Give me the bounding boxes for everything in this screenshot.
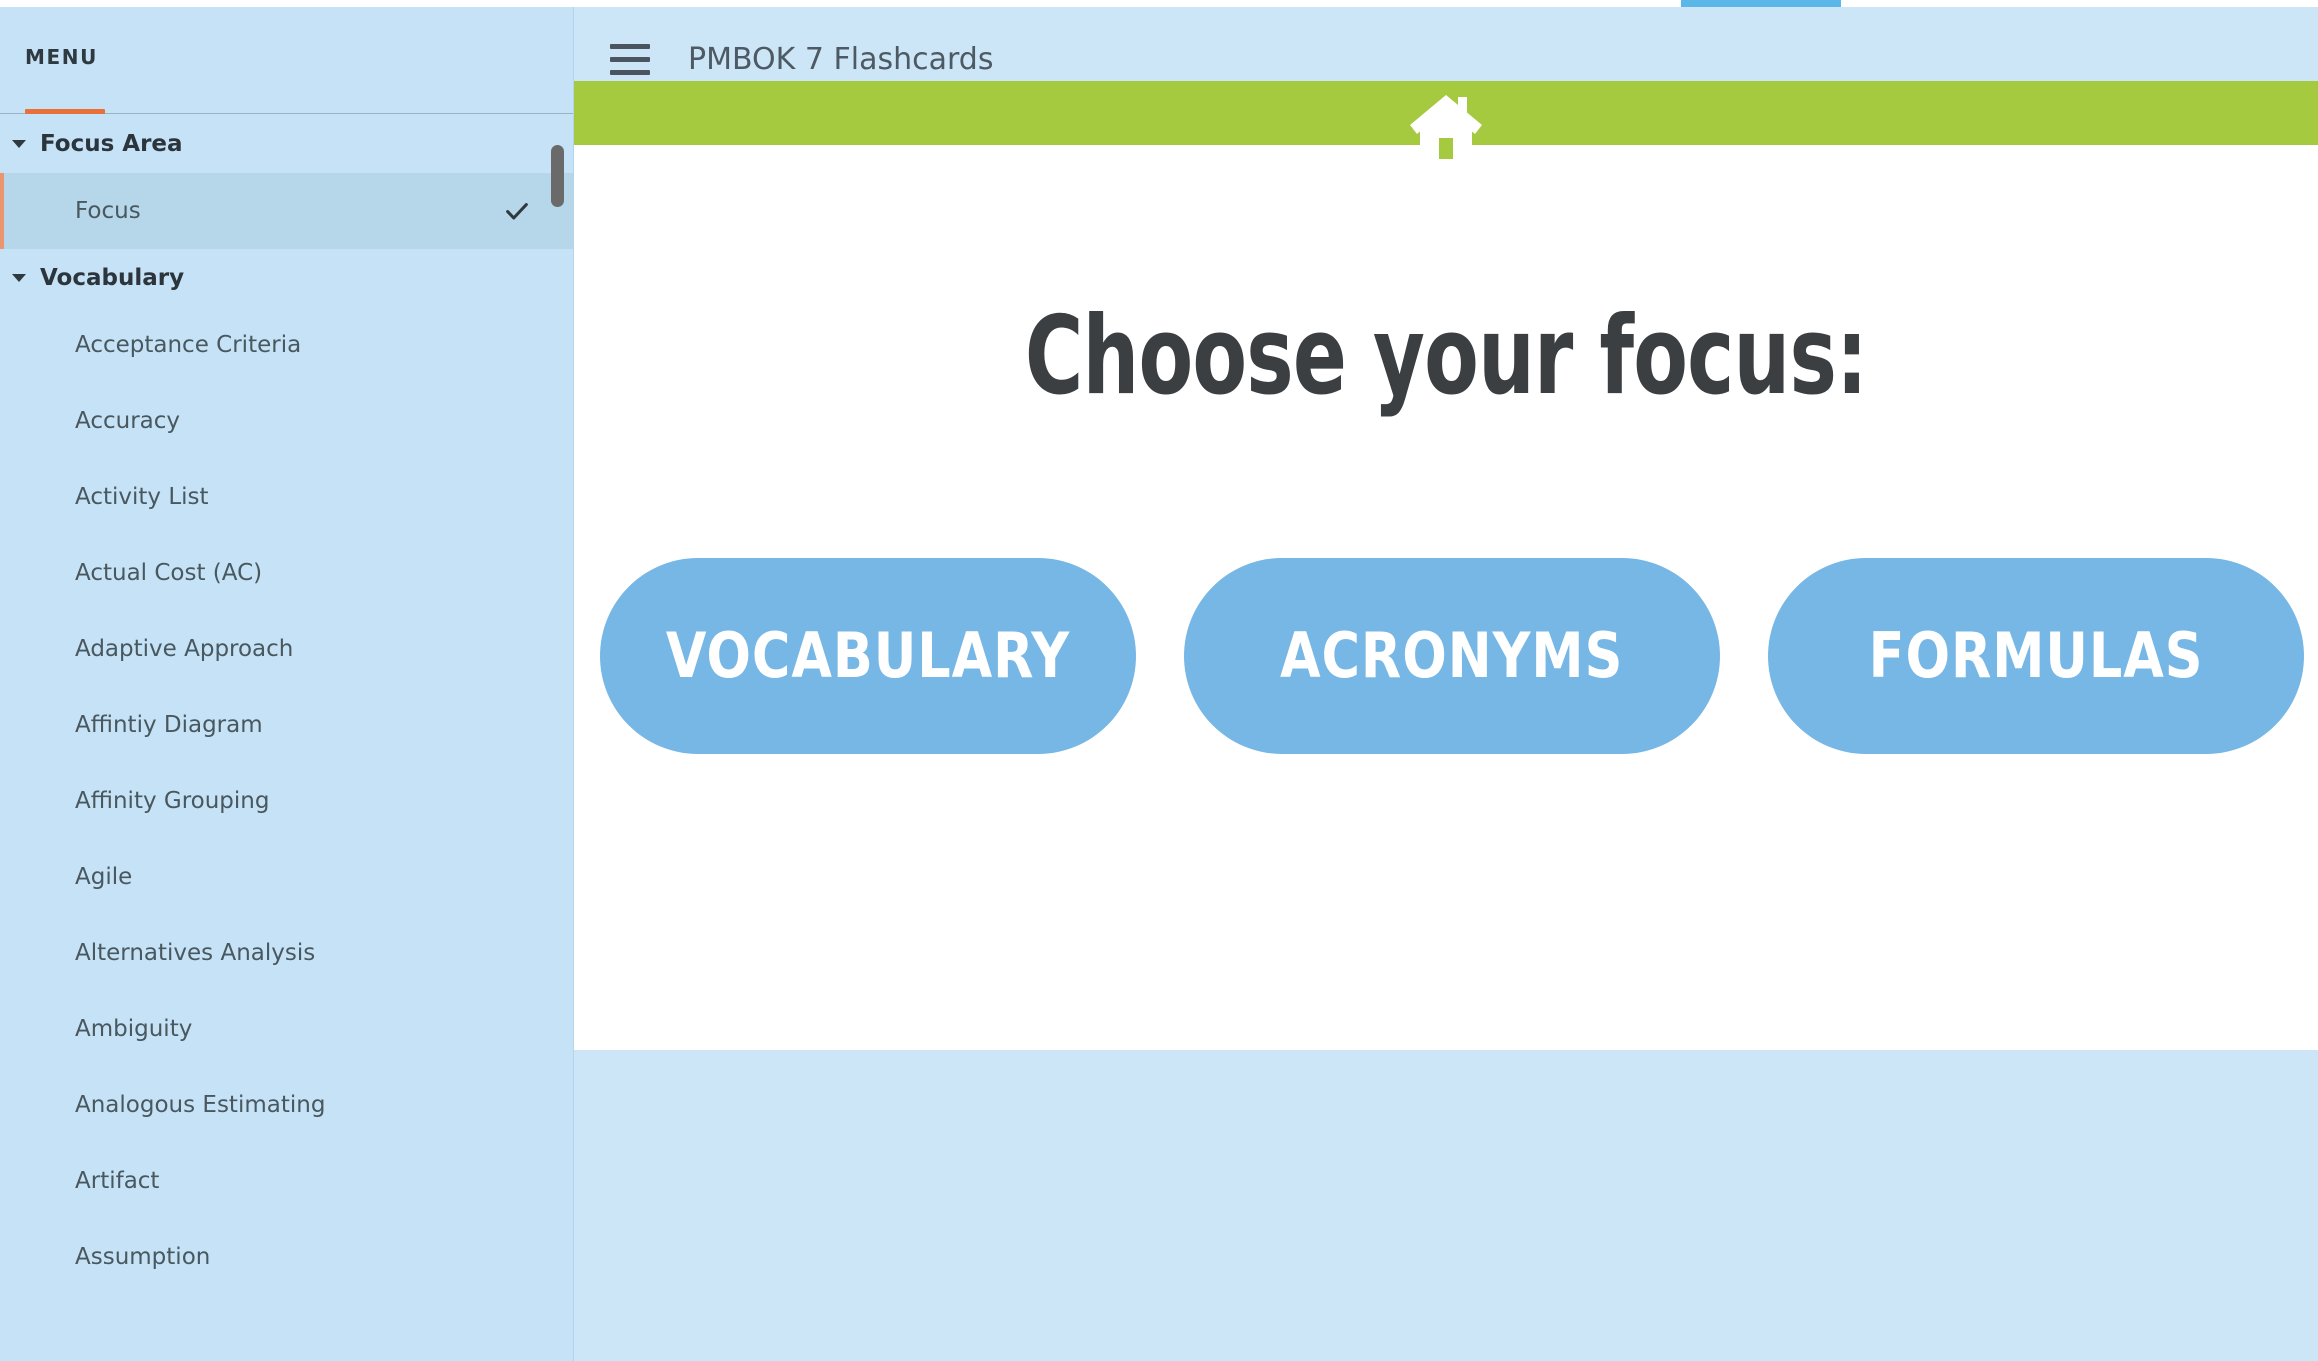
vocabulary-button-label: VOCABULARY: [665, 619, 1071, 692]
page-title: PMBOK 7 Flashcards: [688, 41, 994, 77]
sidebar-item-actual-cost[interactable]: Actual Cost (AC): [0, 535, 573, 611]
sidebar-group-label: Focus Area: [40, 131, 183, 157]
card-body: Choose your focus: VOCABULARY ACRONYMS F…: [574, 145, 2318, 1050]
sidebar-item-affinity-grouping[interactable]: Affinity Grouping: [0, 763, 573, 839]
sidebar-item-label: Artifact: [75, 1168, 160, 1194]
sidebar-scrollbar[interactable]: [551, 145, 564, 207]
sidebar-item-artifact[interactable]: Artifact: [0, 1143, 573, 1219]
sidebar-item-label: Affinity Grouping: [75, 788, 270, 814]
sidebar-item-agile[interactable]: Agile: [0, 839, 573, 915]
sidebar-item-label: Actual Cost (AC): [75, 560, 263, 586]
sidebar-item-affinity-diagram[interactable]: Affintiy Diagram: [0, 687, 573, 763]
sidebar-item-label: Focus: [75, 198, 141, 224]
hamburger-icon[interactable]: [610, 36, 656, 82]
sidebar-item-label: Adaptive Approach: [75, 636, 294, 662]
sidebar-item-label: Agile: [75, 864, 133, 890]
check-icon: [503, 197, 531, 225]
sidebar-item-label: Acceptance Criteria: [75, 332, 302, 358]
sidebar-item-label: Alternatives Analysis: [75, 940, 316, 966]
sidebar-item-analogous-estimating[interactable]: Analogous Estimating: [0, 1067, 573, 1143]
sidebar-item-label: Ambiguity: [75, 1016, 193, 1042]
flashcard-panel: Choose your focus: VOCABULARY ACRONYMS F…: [574, 81, 2318, 1050]
top-progress-track: [0, 0, 2318, 7]
acronyms-button[interactable]: ACRONYMS: [1184, 558, 1720, 754]
sidebar-item-activity-list[interactable]: Activity List: [0, 459, 573, 535]
sidebar: MENU Focus Area Focus Vocabulary Accepta…: [0, 0, 574, 1361]
formulas-button[interactable]: FORMULAS: [1768, 558, 2304, 754]
sidebar-item-focus[interactable]: Focus: [0, 173, 573, 249]
caret-down-icon: [12, 140, 26, 148]
sidebar-item-acceptance-criteria[interactable]: Acceptance Criteria: [0, 307, 573, 383]
sidebar-item-label: Assumption: [75, 1244, 211, 1270]
sidebar-item-label: Affintiy Diagram: [75, 712, 263, 738]
home-icon[interactable]: [1408, 91, 1484, 161]
sidebar-header-label: MENU: [25, 45, 98, 69]
sidebar-item-label: Accuracy: [75, 408, 181, 434]
acronyms-button-label: ACRONYMS: [1280, 619, 1624, 692]
caret-down-icon: [12, 274, 26, 282]
sidebar-item-assumption[interactable]: Assumption: [0, 1219, 573, 1295]
sidebar-header-accent-underline: [25, 109, 105, 114]
main-content: PMBOK 7 Flashcards Choose your focus: VO…: [574, 0, 2318, 1361]
sidebar-item-adaptive-approach[interactable]: Adaptive Approach: [0, 611, 573, 687]
sidebar-group-focus-area[interactable]: Focus Area: [0, 115, 573, 173]
sidebar-item-label: Analogous Estimating: [75, 1092, 326, 1118]
top-progress-indicator: [1681, 0, 1841, 7]
focus-choice-row: VOCABULARY ACRONYMS FORMULAS: [600, 558, 2318, 754]
sidebar-scroll-region[interactable]: Focus Area Focus Vocabulary Acceptance C…: [0, 115, 573, 1361]
sidebar-item-label: Activity List: [75, 484, 209, 510]
sidebar-group-label: Vocabulary: [40, 265, 185, 291]
focus-heading: Choose your focus:: [1024, 294, 1868, 419]
sidebar-item-accuracy[interactable]: Accuracy: [0, 383, 573, 459]
sidebar-item-alternatives-analysis[interactable]: Alternatives Analysis: [0, 915, 573, 991]
app-root: MENU Focus Area Focus Vocabulary Accepta…: [0, 0, 2318, 1361]
formulas-button-label: FORMULAS: [1868, 619, 2204, 692]
sidebar-header: MENU: [0, 0, 573, 114]
vocabulary-button[interactable]: VOCABULARY: [600, 558, 1136, 754]
sidebar-item-ambiguity[interactable]: Ambiguity: [0, 991, 573, 1067]
sidebar-group-vocabulary[interactable]: Vocabulary: [0, 249, 573, 307]
